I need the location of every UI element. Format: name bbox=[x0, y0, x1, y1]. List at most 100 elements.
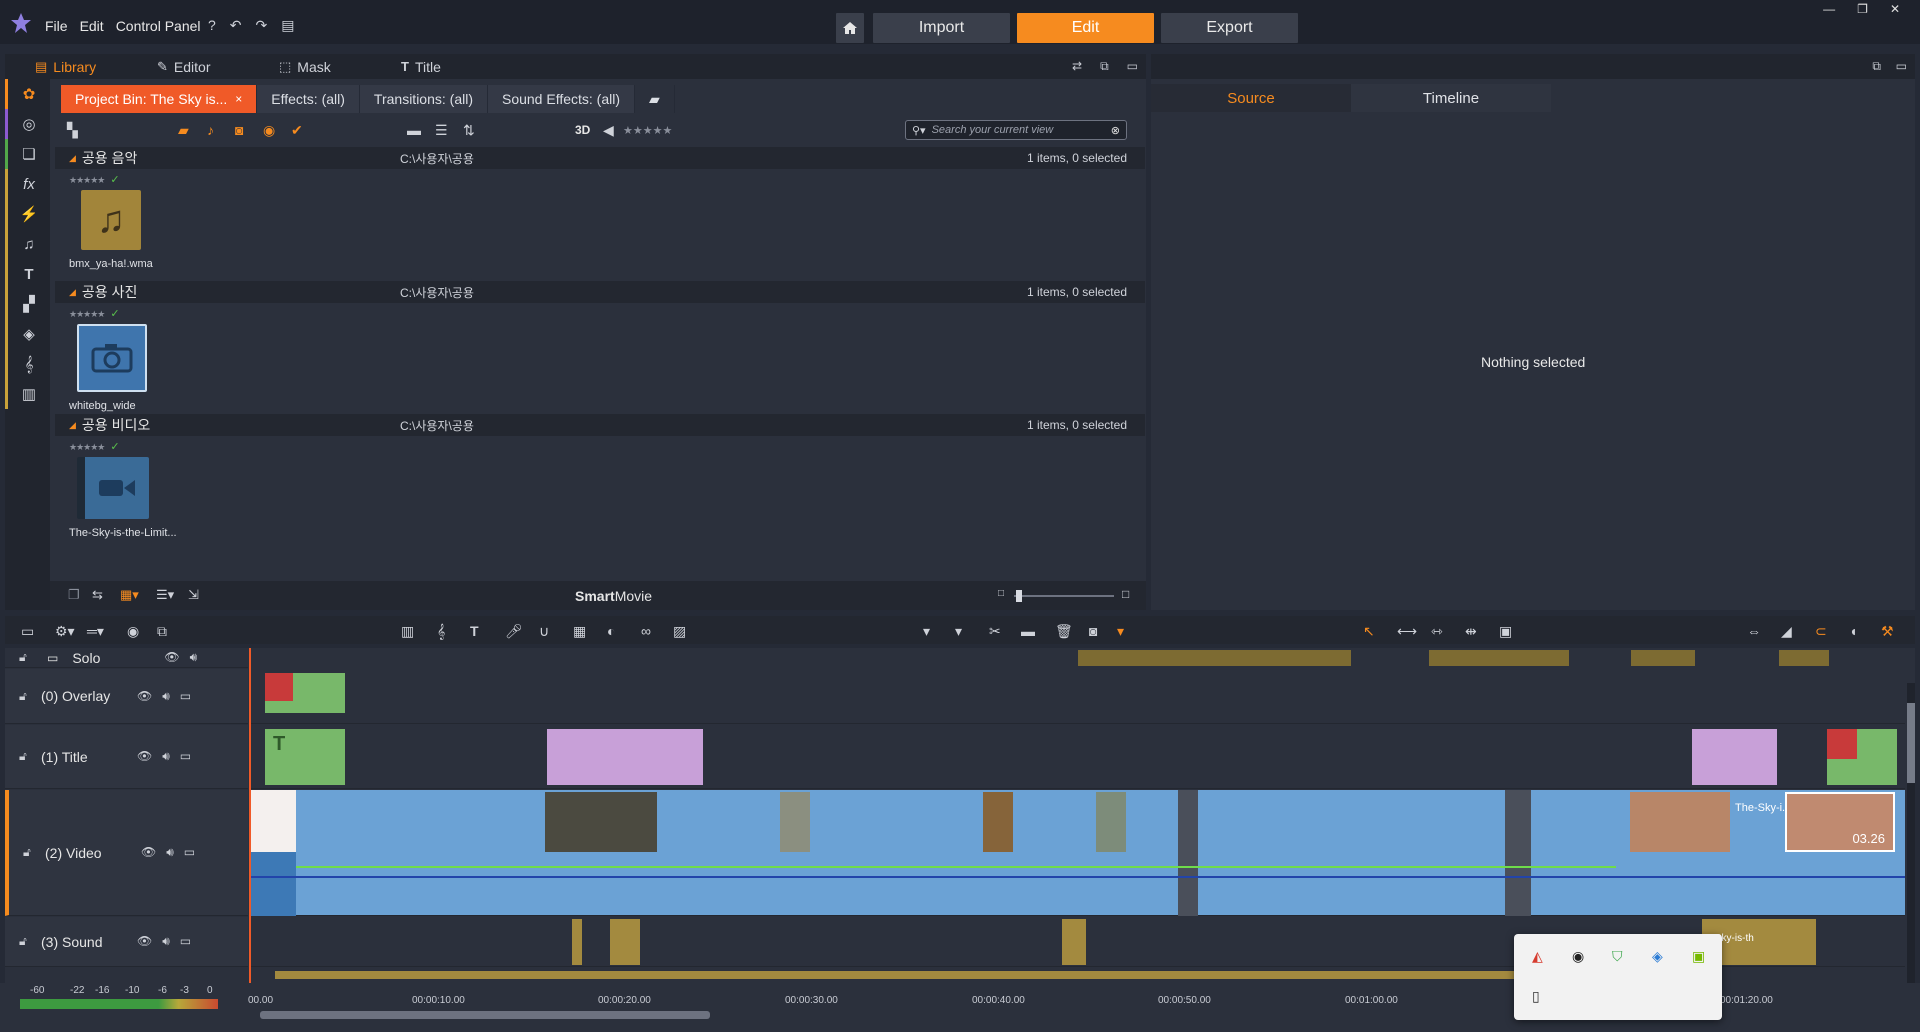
title-editor-icon[interactable]: T bbox=[470, 623, 479, 639]
category-fx-icon[interactable]: fx bbox=[5, 169, 50, 199]
track-header-sound[interactable]: 🔓︎ (3) Sound 👁︎ 🔊︎ ▭ bbox=[5, 917, 248, 967]
menu-control-panel[interactable]: Control Panel bbox=[116, 18, 201, 34]
import-button[interactable]: Import bbox=[873, 13, 1010, 43]
speaker-icon[interactable]: 🔊︎ bbox=[190, 650, 198, 665]
trim-icon[interactable]: ⟷ bbox=[1397, 623, 1417, 640]
title-clip[interactable] bbox=[1692, 729, 1777, 785]
video-clip-thumbnail[interactable] bbox=[1096, 792, 1126, 852]
grid-view-icon[interactable]: ▦▾ bbox=[120, 587, 139, 603]
track-header-video[interactable]: 🔓︎ (2) Video 👁︎ 🔊︎ ▭ bbox=[5, 790, 248, 916]
eye-icon[interactable]: 👁︎ bbox=[137, 749, 152, 764]
music-thumbnail[interactable]: ♫ bbox=[81, 190, 141, 250]
audio-scrub-icon[interactable]: ◖ bbox=[1849, 623, 1857, 639]
audio-ducking-icon[interactable]: ∪ bbox=[539, 623, 549, 640]
rating-stars[interactable]: ★★★★★ ✓ bbox=[69, 440, 169, 453]
minimize-icon[interactable]: — bbox=[1823, 2, 1835, 16]
tab-timeline[interactable]: Timeline bbox=[1351, 84, 1551, 112]
track-name[interactable]: (3) Sound bbox=[41, 934, 129, 950]
razor-icon[interactable]: ✂ bbox=[989, 623, 1001, 640]
tray-settings-icon[interactable]: ◉ bbox=[1572, 948, 1584, 965]
scroll-thumb[interactable] bbox=[1907, 703, 1915, 783]
pointer-icon[interactable]: ↖ bbox=[1363, 623, 1375, 640]
solo-label[interactable]: Solo bbox=[72, 650, 160, 666]
menu-file[interactable]: File bbox=[45, 18, 68, 34]
menu-edit[interactable]: Edit bbox=[80, 18, 104, 34]
stack-icon[interactable]: ❐ bbox=[68, 587, 80, 603]
tab-transitions[interactable]: Transitions: (all) bbox=[359, 85, 488, 113]
lock-icon[interactable]: 🔓︎ bbox=[19, 934, 35, 949]
sound-clip[interactable] bbox=[572, 919, 582, 965]
smartmovie-button[interactable]: SmartMovie bbox=[575, 588, 652, 604]
lock-icon[interactable]: 🔓︎ bbox=[19, 749, 35, 764]
magnet-icon[interactable]: ◢ bbox=[1781, 623, 1792, 640]
sound-clip[interactable] bbox=[1062, 919, 1086, 965]
filter-video-icon[interactable]: ▰ bbox=[178, 122, 189, 139]
montage-icon[interactable]: ▦ bbox=[573, 623, 586, 640]
video-clip-white[interactable] bbox=[250, 790, 296, 852]
close-tab-icon[interactable]: × bbox=[235, 92, 242, 106]
vertical-scrollbar[interactable] bbox=[1907, 683, 1915, 983]
track-header-title[interactable]: 🔓︎ (1) Title 👁︎ 🔊︎ ▭ bbox=[5, 725, 248, 789]
layout-icon[interactable]: ▭ bbox=[1896, 59, 1907, 73]
popout-icon[interactable]: ⧉ bbox=[1872, 59, 1881, 74]
tab-source[interactable]: Source bbox=[1151, 84, 1351, 112]
bin-item[interactable]: ★★★★★ ✓ ♫ bmx_ya-ha!.wma bbox=[69, 173, 169, 270]
split-icon[interactable]: ▬ bbox=[1021, 623, 1035, 639]
filter-audio-icon[interactable]: ♪ bbox=[207, 122, 214, 138]
search-input[interactable]: ⚲▾ Search your current view ⊗ bbox=[905, 120, 1127, 140]
video-clip-thumbnail[interactable] bbox=[1630, 792, 1730, 852]
horizontal-scroll-thumb[interactable] bbox=[260, 1011, 710, 1019]
category-montage-icon[interactable]: ▞ bbox=[5, 289, 50, 319]
eye-icon[interactable]: 👁︎ bbox=[141, 845, 156, 860]
lock-icon[interactable]: 🔓︎ bbox=[23, 845, 39, 860]
category-project-bin-icon[interactable]: ✿ bbox=[5, 79, 50, 109]
chapter-icon[interactable]: ▾ bbox=[955, 623, 962, 640]
filter-photo-icon[interactable]: ◙ bbox=[235, 122, 243, 138]
document-icon[interactable]: ▤ bbox=[281, 17, 294, 34]
send-to-icon[interactable]: ⇲ bbox=[188, 587, 199, 603]
eye-icon[interactable]: 👁︎ bbox=[164, 650, 179, 665]
list-view-icon[interactable]: ☰ bbox=[435, 122, 448, 139]
storyboard-icon[interactable]: ⧉ bbox=[157, 623, 167, 640]
tab-effects[interactable]: Effects: (all) bbox=[257, 85, 360, 113]
eye-icon[interactable]: 👁︎ bbox=[137, 689, 152, 704]
bin-item[interactable]: ★★★★★ ✓ The-Sky-is-the-Limit... bbox=[69, 440, 177, 539]
toggle-3d[interactable]: 3D bbox=[575, 123, 590, 137]
tray-security-icon[interactable]: ◈ bbox=[1652, 948, 1663, 965]
category-collections-icon[interactable]: ❏ bbox=[5, 139, 50, 169]
color-icon[interactable]: ◐ bbox=[607, 623, 615, 639]
link-icon[interactable]: ∞ bbox=[641, 623, 651, 639]
monitor-icon[interactable]: ▭ bbox=[184, 845, 195, 860]
add-tab-icon[interactable]: ▰ bbox=[635, 85, 675, 113]
group-header[interactable]: ◢ 공용 음악 C:\사용자\공용 1 items, 0 selected bbox=[55, 147, 1145, 169]
audio-mixer-icon[interactable]: ▥ bbox=[401, 623, 414, 640]
group-header[interactable]: ◢ 공용 사진 C:\사용자\공용 1 items, 0 selected bbox=[55, 281, 1145, 303]
category-layers-icon[interactable]: ◈ bbox=[5, 319, 50, 349]
tray-app-icon[interactable]: ◭ bbox=[1532, 948, 1543, 965]
category-titles-icon[interactable]: T bbox=[5, 259, 50, 289]
video-clip-thumbnail[interactable] bbox=[780, 792, 810, 852]
snap-icon[interactable]: ⊂ bbox=[1815, 623, 1827, 640]
speaker-icon[interactable]: 🔊︎ bbox=[162, 689, 170, 704]
tab-title[interactable]: T Title bbox=[371, 59, 493, 75]
tray-usb-icon[interactable]: ▯ bbox=[1532, 988, 1540, 1005]
layout-icon[interactable]: ▭ bbox=[1127, 59, 1138, 74]
overlay-clip[interactable] bbox=[265, 673, 345, 713]
tab-library[interactable]: ▤ Library bbox=[5, 59, 127, 75]
category-scorefitter-icon[interactable]: 𝄞 bbox=[5, 349, 50, 379]
stop-motion-icon[interactable]: ▨ bbox=[673, 623, 686, 640]
ripple-icon[interactable]: ⇔ bbox=[1747, 623, 1761, 639]
tab-editor[interactable]: ✎ Editor bbox=[127, 59, 249, 75]
category-transitions-icon[interactable]: ⚡ bbox=[5, 199, 50, 229]
redo-icon[interactable]: ↷ bbox=[256, 17, 268, 34]
track-name[interactable]: (0) Overlay bbox=[41, 688, 129, 704]
title-clip[interactable] bbox=[547, 729, 703, 785]
popout-icon[interactable]: ⧉ bbox=[1100, 59, 1109, 74]
monitor-icon[interactable]: ▭ bbox=[180, 934, 191, 949]
lock-icon[interactable]: 🔓︎ bbox=[19, 650, 35, 665]
rating-stars[interactable]: ★★★★★ ✓ bbox=[69, 307, 169, 320]
tray-gpu-icon[interactable]: ▣ bbox=[1692, 948, 1705, 965]
bin-item[interactable]: ★★★★★ ✓ whitebg_wide bbox=[69, 307, 169, 412]
group-header[interactable]: ◢ 공용 비디오 C:\사용자\공용 1 items, 0 selected bbox=[55, 414, 1145, 436]
marker-icon[interactable]: ▾ bbox=[923, 623, 930, 640]
